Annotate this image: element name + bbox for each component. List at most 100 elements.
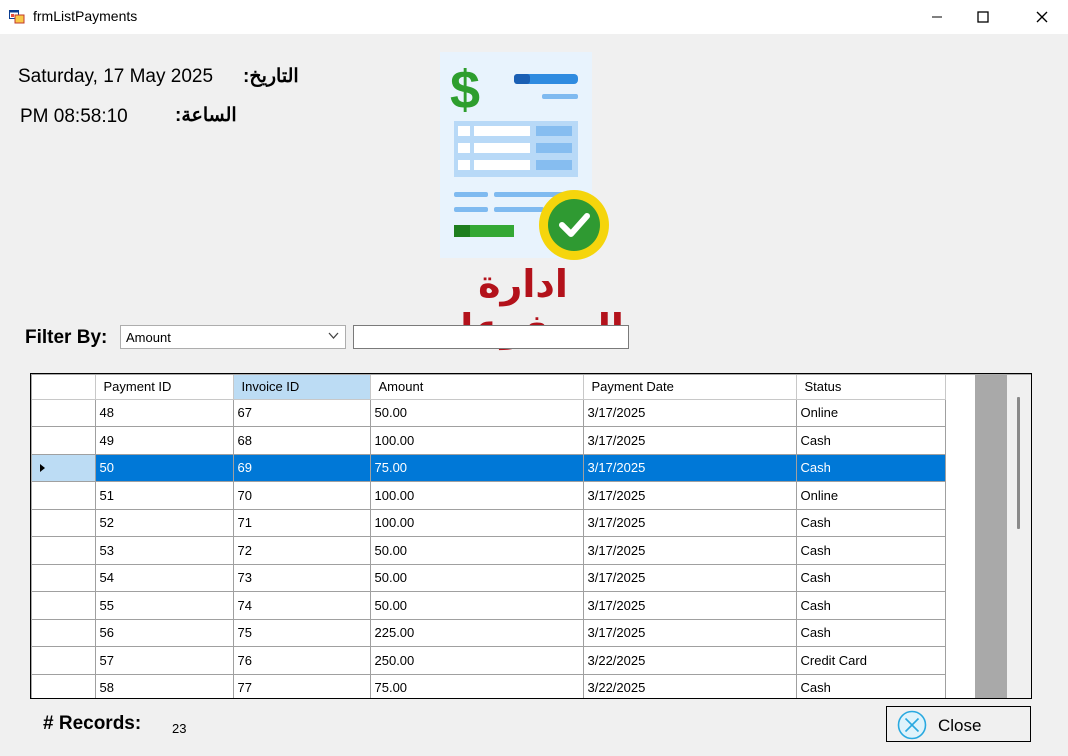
cell-invoice-id[interactable]: 74 xyxy=(233,591,371,620)
cell-payment-id[interactable]: 52 xyxy=(95,509,234,537)
cell-payment-date[interactable]: 3/17/2025 xyxy=(583,619,797,647)
cell-status[interactable]: Online xyxy=(796,399,946,427)
table-row[interactable]: 55 74 50.00 3/17/2025 Cash xyxy=(32,591,946,620)
cell-invoice-id[interactable]: 75 xyxy=(233,619,371,647)
row-header[interactable] xyxy=(32,564,96,592)
cell-amount[interactable]: 100.00 xyxy=(370,426,584,455)
cell-invoice-id[interactable]: 77 xyxy=(233,674,371,698)
header-row: Payment ID Invoice ID Amount Payment Dat… xyxy=(32,375,946,400)
cell-invoice-id[interactable]: 68 xyxy=(233,426,371,455)
cell-status[interactable]: Credit Card xyxy=(796,646,946,675)
row-header[interactable] xyxy=(32,399,96,427)
cell-payment-date[interactable]: 3/17/2025 xyxy=(583,591,797,620)
cell-payment-id[interactable]: 56 xyxy=(95,619,234,647)
cell-status[interactable]: Cash xyxy=(796,426,946,455)
row-header[interactable] xyxy=(32,674,96,698)
cell-payment-date[interactable]: 3/17/2025 xyxy=(583,564,797,592)
cell-status[interactable]: Cash xyxy=(796,509,946,537)
cell-amount[interactable]: 225.00 xyxy=(370,619,584,647)
column-header-status[interactable]: Status xyxy=(796,375,946,400)
cell-payment-id[interactable]: 54 xyxy=(95,564,234,592)
cell-payment-date[interactable]: 3/17/2025 xyxy=(583,509,797,537)
cell-payment-id[interactable]: 53 xyxy=(95,536,234,565)
app-form-icon xyxy=(9,10,25,24)
grid-vertical-scrollbar[interactable] xyxy=(1007,375,1031,698)
cell-payment-date[interactable]: 3/17/2025 xyxy=(583,454,797,482)
cell-status[interactable]: Cash xyxy=(796,536,946,565)
row-header[interactable] xyxy=(32,481,96,510)
row-header[interactable] xyxy=(32,591,96,620)
cell-amount[interactable]: 50.00 xyxy=(370,564,584,592)
filter-label: Filter By: xyxy=(25,327,108,348)
cell-amount[interactable]: 250.00 xyxy=(370,646,584,675)
minimize-button[interactable] xyxy=(914,0,960,34)
cell-status[interactable]: Cash xyxy=(796,674,946,698)
minimize-icon xyxy=(932,16,942,18)
column-header-payment-date[interactable]: Payment Date xyxy=(583,375,797,400)
filter-text-input[interactable] xyxy=(353,325,629,349)
column-header-amount[interactable]: Amount xyxy=(370,375,584,400)
cell-amount[interactable]: 50.00 xyxy=(370,536,584,565)
column-header-payment-id[interactable]: Payment ID xyxy=(95,375,234,400)
cell-payment-date[interactable]: 3/22/2025 xyxy=(583,646,797,675)
payments-table: Payment ID Invoice ID Amount Payment Dat… xyxy=(32,375,946,698)
cell-amount[interactable]: 50.00 xyxy=(370,399,584,427)
table-row[interactable]: 58 77 75.00 3/22/2025 Cash xyxy=(32,674,946,698)
table-row[interactable]: 53 72 50.00 3/17/2025 Cash xyxy=(32,536,946,565)
row-header-corner xyxy=(32,375,96,400)
cell-invoice-id[interactable]: 71 xyxy=(233,509,371,537)
cell-payment-date[interactable]: 3/22/2025 xyxy=(583,674,797,698)
cell-payment-id[interactable]: 55 xyxy=(95,591,234,620)
cell-payment-id[interactable]: 48 xyxy=(95,399,234,427)
table-row[interactable]: 54 73 50.00 3/17/2025 Cash xyxy=(32,564,946,592)
table-row[interactable]: 49 68 100.00 3/17/2025 Cash xyxy=(32,426,946,455)
cell-payment-date[interactable]: 3/17/2025 xyxy=(583,399,797,427)
table-row[interactable]: 57 76 250.00 3/22/2025 Credit Card xyxy=(32,646,946,675)
table-row[interactable]: 51 70 100.00 3/17/2025 Online xyxy=(32,481,946,510)
cell-status[interactable]: Cash xyxy=(796,564,946,592)
cell-invoice-id[interactable]: 76 xyxy=(233,646,371,675)
cell-invoice-id[interactable]: 72 xyxy=(233,536,371,565)
cell-payment-id[interactable]: 51 xyxy=(95,481,234,510)
row-header[interactable] xyxy=(32,509,96,537)
row-header[interactable] xyxy=(32,619,96,647)
cell-invoice-id[interactable]: 67 xyxy=(233,399,371,427)
close-window-button[interactable] xyxy=(1019,0,1065,34)
payments-grid[interactable]: Payment ID Invoice ID Amount Payment Dat… xyxy=(30,373,1032,699)
table-row[interactable]: 50 69 75.00 3/17/2025 Cash xyxy=(32,454,946,482)
cell-amount[interactable]: 100.00 xyxy=(370,509,584,537)
cell-amount[interactable]: 50.00 xyxy=(370,591,584,620)
column-header-invoice-id[interactable]: Invoice ID xyxy=(233,375,371,400)
cell-payment-date[interactable]: 3/17/2025 xyxy=(583,481,797,510)
cell-status[interactable]: Cash xyxy=(796,454,946,482)
maximize-icon xyxy=(977,11,989,23)
cell-payment-date[interactable]: 3/17/2025 xyxy=(583,536,797,565)
table-row[interactable]: 48 67 50.00 3/17/2025 Online xyxy=(32,399,946,427)
maximize-button[interactable] xyxy=(960,0,1006,34)
table-row[interactable]: 56 75 225.00 3/17/2025 Cash xyxy=(32,619,946,647)
cell-status[interactable]: Cash xyxy=(796,591,946,620)
cell-payment-id[interactable]: 58 xyxy=(95,674,234,698)
cell-payment-date[interactable]: 3/17/2025 xyxy=(583,426,797,455)
cell-payment-id[interactable]: 50 xyxy=(95,454,234,482)
row-header[interactable] xyxy=(32,454,96,482)
cell-invoice-id[interactable]: 73 xyxy=(233,564,371,592)
filter-dropdown[interactable]: Amount xyxy=(120,325,346,349)
cell-amount[interactable]: 75.00 xyxy=(370,674,584,698)
filter-selected-value: Amount xyxy=(126,330,171,345)
table-row[interactable]: 52 71 100.00 3/17/2025 Cash xyxy=(32,509,946,537)
cell-amount[interactable]: 75.00 xyxy=(370,454,584,482)
scrollbar-thumb[interactable] xyxy=(1017,397,1020,529)
cell-amount[interactable]: 100.00 xyxy=(370,481,584,510)
close-button[interactable]: Close xyxy=(886,706,1031,742)
row-header[interactable] xyxy=(32,426,96,455)
grid-viewport: Payment ID Invoice ID Amount Payment Dat… xyxy=(32,375,975,698)
row-header[interactable] xyxy=(32,646,96,675)
cell-invoice-id[interactable]: 69 xyxy=(233,454,371,482)
cell-status[interactable]: Online xyxy=(796,481,946,510)
cell-invoice-id[interactable]: 70 xyxy=(233,481,371,510)
cell-payment-id[interactable]: 57 xyxy=(95,646,234,675)
cell-payment-id[interactable]: 49 xyxy=(95,426,234,455)
row-header[interactable] xyxy=(32,536,96,565)
cell-status[interactable]: Cash xyxy=(796,619,946,647)
